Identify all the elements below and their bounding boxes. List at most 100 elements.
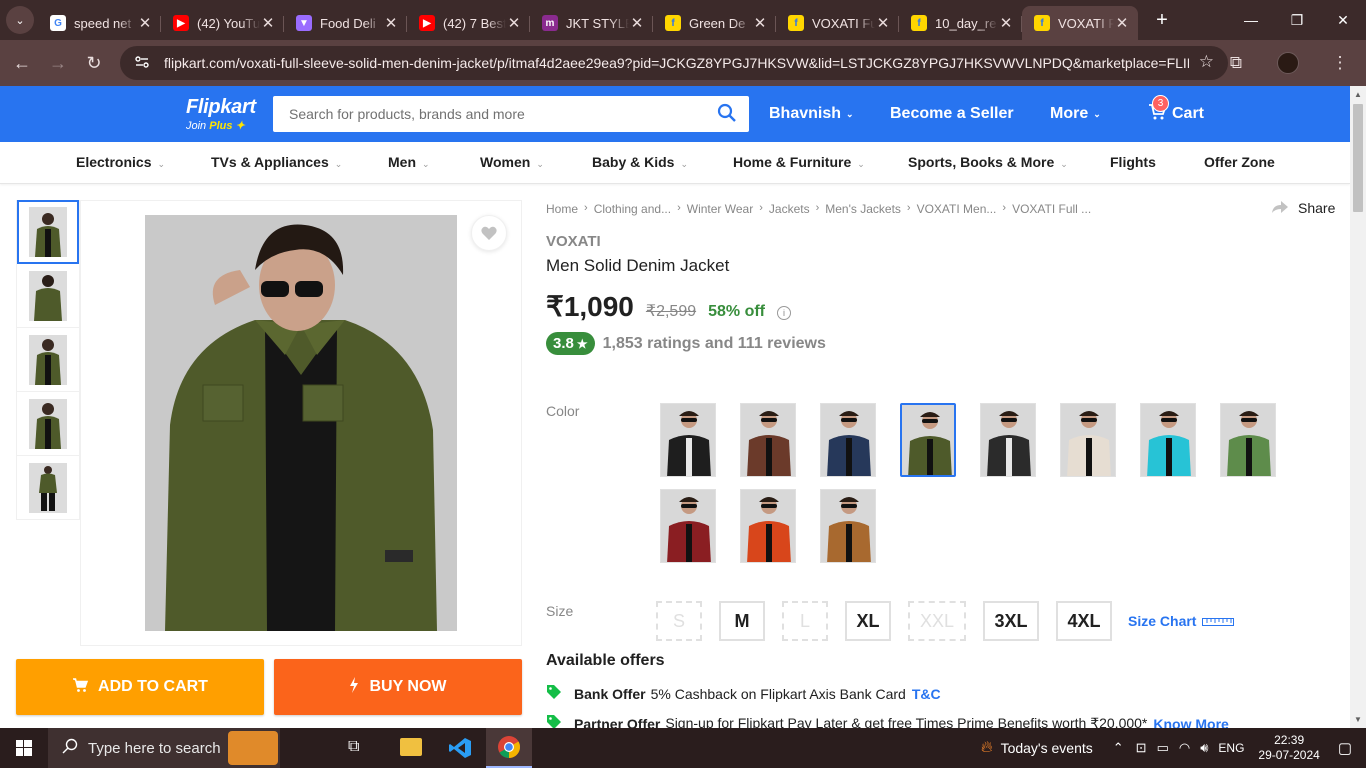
minimize-icon[interactable]: — — [1228, 0, 1274, 40]
breadcrumb-winter-wear[interactable]: Winter Wear — [687, 202, 753, 216]
close-tab-icon[interactable]: ✕ — [506, 14, 522, 32]
browser-tab[interactable]: ▶ (42) 7 Best ✕ — [407, 6, 530, 40]
color-swatch-cream[interactable] — [1060, 403, 1116, 477]
close-tab-icon[interactable]: ✕ — [137, 14, 153, 32]
color-swatch-green[interactable] — [1220, 403, 1276, 477]
category-home-furniture[interactable]: Home & Furniture ⌄ — [733, 154, 865, 170]
thumbnail-1[interactable] — [17, 200, 79, 264]
color-swatch-maroon[interactable] — [660, 489, 716, 563]
category-sports-books[interactable]: Sports, Books & More ⌄ — [908, 154, 1068, 170]
site-settings-icon[interactable] — [134, 54, 150, 73]
color-swatch-navy[interactable] — [820, 403, 876, 477]
category-offer-zone[interactable]: Offer Zone — [1204, 154, 1275, 170]
category-tvs-appliances[interactable]: TVs & Appliances ⌄ — [211, 154, 342, 170]
taskbar-search[interactable]: Type here to search — [48, 728, 280, 768]
close-tab-icon[interactable]: ✕ — [383, 14, 399, 32]
category-flights[interactable]: Flights — [1110, 154, 1156, 170]
color-swatch-brown[interactable] — [740, 403, 796, 477]
breadcrumb-voxati-men[interactable]: VOXATI Men... — [917, 202, 997, 216]
color-swatch-black[interactable] — [660, 403, 716, 477]
weather-fire-icon[interactable]: 🔥︎ — [981, 739, 993, 757]
chrome-taskbar-icon[interactable] — [486, 728, 532, 768]
scroll-up-icon[interactable]: ▲ — [1354, 90, 1362, 99]
profile-avatar[interactable] — [1262, 52, 1314, 74]
scrollbar-thumb[interactable] — [1353, 104, 1363, 212]
main-product-image[interactable] — [80, 200, 522, 646]
scroll-down-icon[interactable]: ▼ — [1354, 715, 1362, 724]
battery-icon[interactable]: ▭ — [1157, 740, 1169, 756]
vscode-icon[interactable] — [448, 736, 472, 760]
thumbnail-2[interactable] — [17, 264, 79, 328]
meet-now-icon[interactable]: ⊡ — [1136, 740, 1147, 756]
thumbnail-3[interactable] — [17, 328, 79, 392]
browser-tab[interactable]: f Green De ✕ — [653, 6, 776, 40]
wishlist-heart-icon[interactable] — [471, 215, 507, 251]
info-icon[interactable]: i — [777, 306, 792, 320]
extensions-icon[interactable]: ⧉ — [1210, 53, 1262, 73]
language-indicator[interactable]: ENG — [1218, 741, 1244, 755]
page-scrollbar[interactable]: ▲ ▼ — [1350, 86, 1366, 728]
close-tab-icon[interactable]: ✕ — [875, 14, 891, 32]
new-tab-icon[interactable]: + — [1148, 9, 1176, 32]
account-menu[interactable]: Bhavnish ⌄ — [769, 86, 854, 142]
add-to-cart-button[interactable]: ADD TO CART — [16, 659, 264, 715]
cart-link[interactable]: Cart — [1148, 86, 1204, 142]
category-women[interactable]: Women ⌄ — [480, 154, 544, 170]
size-option-xl[interactable]: XL — [845, 601, 891, 641]
back-icon[interactable]: ← — [4, 53, 40, 74]
browser-tab[interactable]: f VOXATI Fu✕ — [1022, 6, 1138, 40]
browser-tab[interactable]: ▶ (42) YouTube✕ — [161, 6, 284, 40]
browser-tab[interactable]: ▼ Food Deli ✕ — [284, 6, 407, 40]
more-menu[interactable]: More ⌄ — [1050, 86, 1101, 142]
thumbnail-4[interactable] — [17, 392, 79, 456]
size-chart-link[interactable]: Size Chart — [1128, 613, 1235, 629]
windows-start-icon[interactable] — [0, 728, 48, 768]
close-tab-icon[interactable]: ✕ — [1114, 14, 1130, 32]
thumbnail-5[interactable] — [17, 456, 79, 520]
become-seller-link[interactable]: Become a Seller — [890, 86, 1014, 142]
breadcrumb-home[interactable]: Home — [546, 202, 578, 216]
flipkart-logo[interactable]: Flipkart Join Plus ✦ — [186, 96, 256, 132]
browser-menu-icon[interactable]: ⋮ — [1314, 53, 1366, 73]
forward-icon[interactable]: → — [40, 53, 76, 74]
size-option-m[interactable]: M — [719, 601, 765, 641]
maximize-icon[interactable]: ❐ — [1274, 0, 1320, 40]
size-option-3xl[interactable]: 3XL — [983, 601, 1039, 641]
color-swatch-orange[interactable] — [740, 489, 796, 563]
browser-tab[interactable]: f VOXATI Fu✕ — [776, 6, 899, 40]
search-icon[interactable] — [717, 103, 737, 128]
file-explorer-icon[interactable] — [400, 738, 422, 756]
todays-events[interactable]: Today's events — [1001, 740, 1093, 756]
search-input[interactable] — [289, 106, 709, 122]
close-window-icon[interactable]: ✕ — [1320, 0, 1366, 40]
breadcrumb-jackets[interactable]: Jackets — [769, 202, 810, 216]
clock[interactable]: 22:39 29-07-2024 — [1258, 733, 1319, 763]
color-swatch-tan[interactable] — [820, 489, 876, 563]
color-swatch-sky-blue[interactable] — [1140, 403, 1196, 477]
task-view-icon[interactable]: ⧉ — [348, 738, 359, 756]
size-option-4xl[interactable]: 4XL — [1056, 601, 1112, 641]
close-tab-icon[interactable]: ✕ — [260, 14, 276, 32]
browser-tab[interactable]: f 10_day_re ✕ — [899, 6, 1022, 40]
close-tab-icon[interactable]: ✕ — [752, 14, 768, 32]
browser-tab[interactable]: Gspeed net ✕ — [38, 6, 161, 40]
notification-icon[interactable]: ▢ — [1338, 739, 1352, 757]
color-swatch-olive[interactable] — [900, 403, 956, 477]
color-swatch-charcoal[interactable] — [980, 403, 1036, 477]
category-men[interactable]: Men ⌄ — [388, 154, 430, 170]
offer-tnc-link[interactable]: T&C — [912, 686, 941, 702]
reload-icon[interactable]: ↻ — [76, 53, 112, 74]
tab-search-dropdown-icon[interactable]: ⌄ — [6, 6, 34, 34]
buy-now-button[interactable]: BUY NOW — [274, 659, 522, 715]
breadcrumb-mens-jackets[interactable]: Men's Jackets — [825, 202, 901, 216]
breadcrumb-clothing[interactable]: Clothing and... — [594, 202, 671, 216]
volume-icon[interactable]: 🔊︎ — [1200, 740, 1208, 756]
category-baby-kids[interactable]: Baby & Kids ⌄ — [592, 154, 688, 170]
share-button[interactable]: Share — [1272, 200, 1335, 216]
close-tab-icon[interactable]: ✕ — [629, 14, 645, 32]
rating-count[interactable]: 1,853 ratings and 111 reviews — [603, 335, 826, 353]
chevron-up-icon[interactable]: ⌃ — [1113, 740, 1124, 756]
browser-tab[interactable]: m JKT STYLE ✕ — [530, 6, 653, 40]
rating-badge[interactable]: 3.8 ★ — [546, 332, 595, 355]
wifi-icon[interactable]: ◠ — [1179, 740, 1190, 756]
